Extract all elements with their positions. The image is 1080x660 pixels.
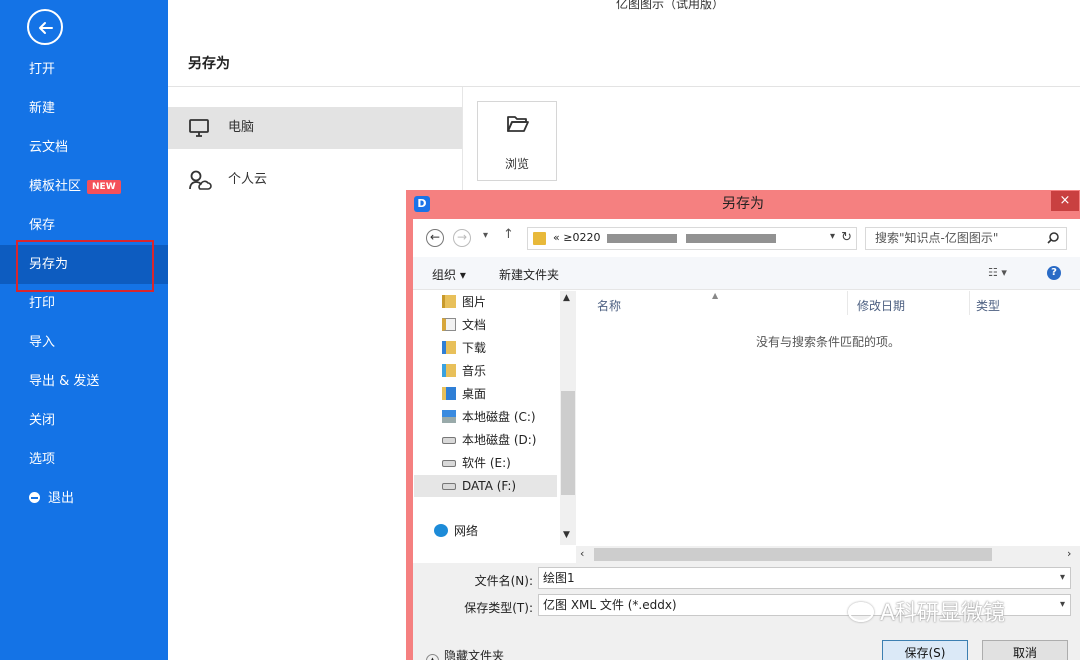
hide-folders-toggle[interactable]: ▲ 隐藏文件夹 [426,647,504,660]
scroll-right-icon[interactable]: › [1067,547,1071,560]
tree-item-pictures[interactable]: 图片 [442,291,486,313]
column-separator[interactable] [969,291,970,315]
column-header-type[interactable]: 类型 [976,297,1000,314]
search-icon [1047,232,1059,244]
tree-item-downloads[interactable]: 下载 [442,337,486,359]
filename-label: 文件名(N): [474,574,533,588]
tree-item-desktop[interactable]: 桌面 [442,383,486,405]
back-nav-button[interactable]: ← [426,229,444,247]
network-icon [434,524,448,537]
dialog-body: ← → ▾ ↑ « ≥0220 ▾ ↻ 搜索"知识点-亿图图示" 组织 ▾ 新建… [413,219,1080,660]
backstage-sidebar: 打开 新建 云文档 模板社区 NEW 保存 另存为 打印 导入 导出 & 发送 关… [0,0,168,660]
refresh-icon[interactable]: ↻ [841,230,852,245]
folder-open-icon [507,116,529,132]
tree-scroll-thumb[interactable] [561,391,575,495]
header-divider [168,86,1080,87]
help-icon[interactable]: ? [1047,266,1061,280]
organize-menu[interactable]: 组织 ▾ [432,266,466,283]
collapse-icon: ▲ [426,654,439,660]
cancel-button[interactable]: 取消 [982,640,1068,660]
tree-item-documents[interactable]: 文档 [442,314,486,336]
address-row: ← → ▾ ↑ « ≥0220 ▾ ↻ 搜索"知识点-亿图图示" [413,219,1080,257]
sidebar-item-close[interactable]: 关闭 [0,401,168,440]
drive-icon [442,483,456,490]
up-arrow-icon[interactable]: ↑ [503,227,514,242]
chevron-down-icon[interactable]: ▾ [830,231,835,242]
list-horizontal-scrollbar[interactable]: ‹ › [576,546,1080,563]
location-computer[interactable]: 电脑 [168,107,462,149]
save-as-dialog: D 另存为 × ← → ▾ ↑ « ≥0220 ▾ ↻ 搜索"知识点-亿图图示"… [406,190,1080,660]
folder-icon [533,232,546,245]
save-button[interactable]: 保存(S) [882,640,968,660]
system-drive-icon [442,410,456,423]
pictures-folder-icon [442,295,456,308]
dialog-titlebar[interactable]: D 另存为 × [406,190,1080,219]
sidebar-item-export-send[interactable]: 导出 & 发送 [0,362,168,401]
drive-icon [442,460,456,467]
empty-message: 没有与搜索条件匹配的项。 [755,335,900,349]
sidebar-item-options[interactable]: 选项 [0,440,168,479]
back-arrow-icon [39,22,53,34]
documents-folder-icon [442,318,456,331]
sort-indicator-icon: ▲ [712,291,719,300]
column-header-name[interactable]: 名称 [597,297,621,314]
recent-locations-icon[interactable]: ▾ [483,230,488,241]
redacted-path [606,233,677,243]
browse-button[interactable]: 浏览 [477,101,557,181]
sidebar-item-cloud-docs[interactable]: 云文档 [0,128,168,167]
sidebar-item-exit[interactable]: 退出 [0,479,168,518]
address-path: « ≥0220 [553,231,779,244]
tree-item-drive-d[interactable]: 本地磁盘 (D:) [442,429,536,451]
scroll-left-icon[interactable]: ‹ [580,547,584,560]
tree-item-network[interactable]: 网络 [434,520,478,542]
tree-item-music[interactable]: 音乐 [442,360,486,382]
address-bar[interactable]: « ≥0220 ▾ ↻ [527,227,857,250]
highlight-box [16,240,154,292]
app-title: 亿图图示（试用版） [615,0,724,11]
page-title: 另存为 [188,56,230,72]
sidebar-item-open[interactable]: 打开 [0,50,168,89]
exit-icon [29,492,40,503]
back-button[interactable] [27,9,63,45]
desktop-folder-icon [442,387,456,400]
tree-item-drive-f[interactable]: DATA (F:) [414,475,557,497]
filetype-select[interactable]: 亿图 XML 文件 (*.eddx) ▾ [538,594,1071,616]
dialog-toolbar: 组织 ▾ 新建文件夹 ☷ ▾ ? [413,257,1080,290]
chevron-down-icon[interactable]: ▾ [1060,568,1065,588]
scroll-down-icon[interactable]: ▼ [563,530,570,540]
tree-item-drive-e[interactable]: 软件 (E:) [442,452,511,474]
computer-icon [189,119,209,137]
column-header-modified[interactable]: 修改日期 [857,297,905,314]
filename-input[interactable]: 绘图1 ▾ [538,567,1071,589]
new-badge: NEW [87,179,121,194]
new-folder-button[interactable]: 新建文件夹 [499,266,559,283]
forward-nav-button[interactable]: → [453,229,471,247]
downloads-folder-icon [442,341,456,354]
save-form: 文件名(N): 绘图1 ▾ 保存类型(T): 亿图 XML 文件 (*.eddx… [413,563,1080,660]
scroll-up-icon[interactable]: ▲ [563,293,570,303]
tree-scrollbar[interactable]: ▲ ▼ [560,291,576,545]
chevron-down-icon[interactable]: ▾ [1060,595,1065,615]
dialog-title: 另存为 [722,196,764,212]
app-logo-icon: D [414,196,430,212]
file-list: ▲ 名称 修改日期 类型 没有与搜索条件匹配的项。 [576,291,1080,545]
filetype-label: 保存类型(T): [464,601,533,615]
column-separator[interactable] [847,291,848,315]
music-folder-icon [442,364,456,377]
dialog-close-button[interactable]: × [1051,191,1079,211]
tree-item-drive-c[interactable]: 本地磁盘 (C:) [442,406,536,428]
drive-icon [442,437,456,444]
sidebar-item-new[interactable]: 新建 [0,89,168,128]
sidebar-item-import[interactable]: 导入 [0,323,168,362]
navigation-tree: 图片 文档 下载 音乐 桌面 本地磁盘 (C:) 本地磁盘 (D:) 软件 (E… [413,291,576,545]
redacted-path [686,233,777,243]
view-options-icon[interactable]: ☷ ▾ [988,266,1007,279]
personal-cloud-icon [189,170,212,190]
search-input[interactable]: 搜索"知识点-亿图图示" [865,227,1067,250]
sidebar-item-template-community[interactable]: 模板社区 NEW [0,167,168,206]
list-scroll-thumb[interactable] [594,548,992,561]
